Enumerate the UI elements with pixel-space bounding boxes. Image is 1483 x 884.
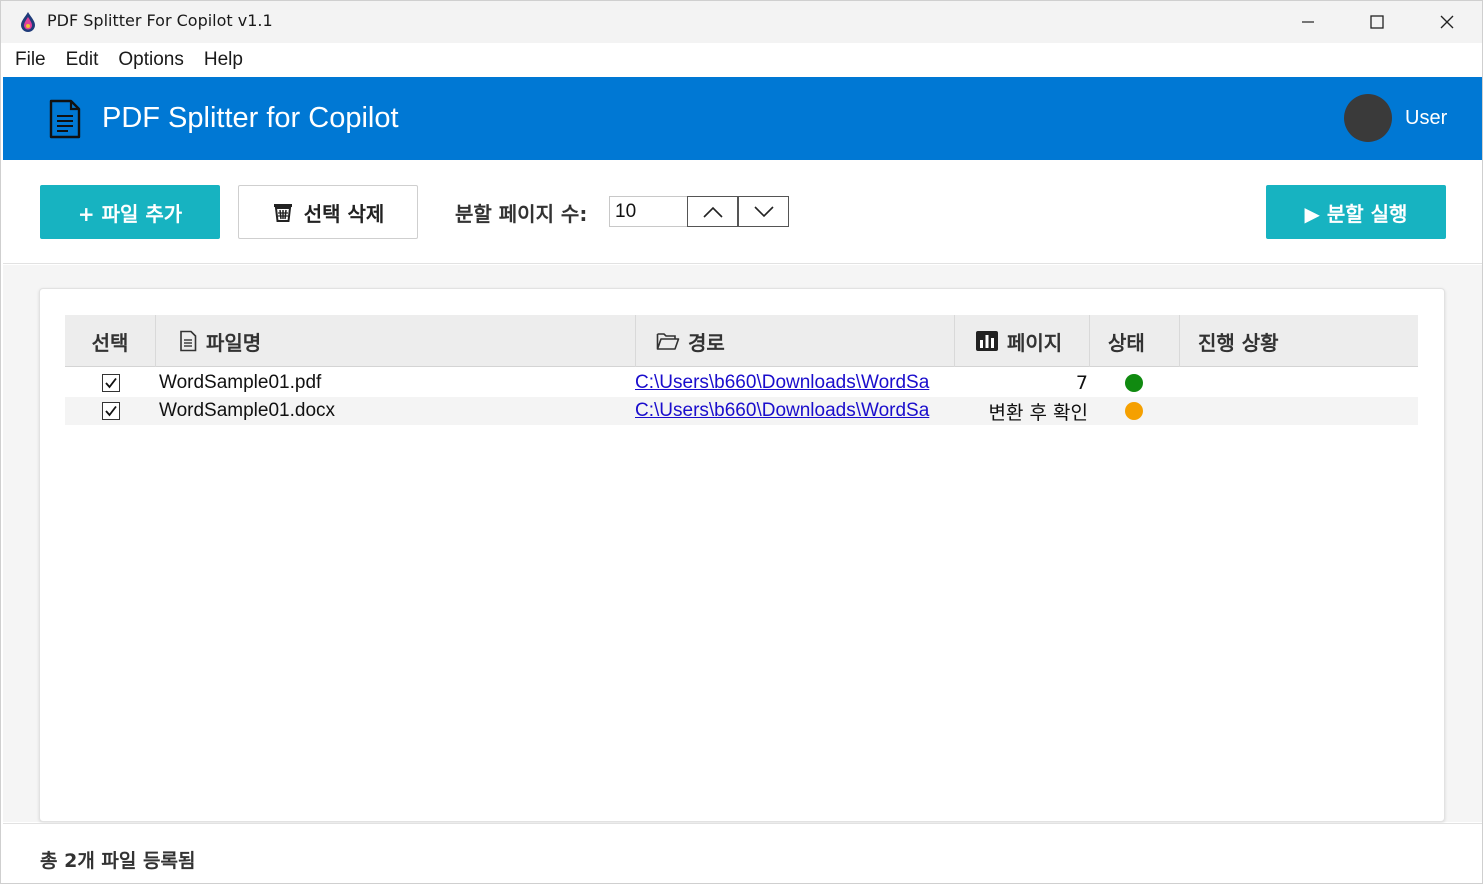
status-bar: 총 2개 파일 등록됨 [3, 823, 1482, 883]
toolbar: + 파일 추가 선택 삭제 분할 페이지 수: ▶ 분할 실행 [3, 160, 1482, 264]
row-status [1123, 369, 1145, 397]
checkmark-icon [105, 405, 117, 417]
folder-icon [656, 331, 680, 351]
menu-options[interactable]: Options [108, 49, 193, 71]
document-icon [49, 99, 81, 139]
status-dot [1125, 374, 1143, 392]
row-pages: 7 [1075, 372, 1088, 394]
app-window: PDF Splitter For Copilot v1.1 File Edit … [0, 0, 1483, 884]
menu-bar: File Edit Options Help [1, 43, 1482, 76]
chevron-down-icon [753, 205, 774, 217]
row-select-cell [101, 369, 121, 397]
header-title: PDF Splitter for Copilot [102, 102, 399, 134]
app-logo-icon [21, 12, 35, 32]
split-pages-label: 분할 페이지 수: [455, 202, 588, 226]
decrement-button[interactable] [738, 196, 789, 227]
table-row[interactable]: WordSample01.docx C:\Users\b660\Download… [65, 397, 1418, 425]
row-select-cell [101, 397, 121, 425]
header-select[interactable]: 선택 [65, 315, 156, 367]
app-header: PDF Splitter for Copilot User [3, 77, 1482, 160]
row-filename: WordSample01.pdf [159, 372, 322, 393]
close-button[interactable] [1412, 1, 1482, 43]
menu-edit[interactable]: Edit [56, 49, 109, 71]
minimize-icon [1302, 21, 1314, 23]
header-progress[interactable]: 진행 상황 [1180, 315, 1418, 367]
add-file-button[interactable]: + 파일 추가 [40, 185, 220, 239]
row-progress [1185, 369, 1415, 397]
row-path-link[interactable]: C:\Users\b660\Downloads\WordSa [635, 397, 955, 425]
checkmark-icon [105, 377, 117, 389]
user-name[interactable]: User [1405, 107, 1447, 130]
row-pages: 변환 후 확인 [988, 401, 1088, 424]
run-split-button[interactable]: ▶ 분할 실행 [1266, 185, 1446, 239]
header-path[interactable]: 경로 [636, 315, 955, 367]
row-path-link[interactable]: C:\Users\b660\Downloads\WordSa [635, 369, 955, 397]
maximize-icon [1370, 15, 1384, 29]
bar-chart-icon [975, 330, 999, 352]
header-status[interactable]: 상태 [1090, 315, 1180, 367]
status-dot [1125, 402, 1143, 420]
table-row[interactable]: WordSample01.pdf C:\Users\b660\Downloads… [65, 369, 1418, 397]
window-title: PDF Splitter For Copilot v1.1 [47, 11, 273, 30]
delete-selected-button[interactable]: 선택 삭제 [238, 185, 418, 239]
trash-icon [273, 204, 292, 222]
table-header: 선택 파일명 경로 페이지 상태 진행 상황 [65, 315, 1418, 367]
row-filename: WordSample01.docx [159, 400, 336, 421]
header-pages[interactable]: 페이지 [955, 315, 1090, 367]
user-avatar[interactable] [1344, 94, 1392, 142]
chevron-up-icon [702, 206, 723, 218]
close-icon [1440, 15, 1454, 29]
header-pages-label: 페이지 [1007, 330, 1063, 355]
header-filename[interactable]: 파일명 [156, 315, 636, 367]
file-count-summary: 총 2개 파일 등록됨 [40, 850, 196, 872]
menu-file[interactable]: File [5, 49, 56, 71]
increment-button[interactable] [687, 196, 738, 227]
delete-selected-label: 선택 삭제 [303, 201, 385, 226]
row-checkbox[interactable] [102, 374, 120, 392]
header-path-label: 경로 [688, 330, 725, 355]
menu-help[interactable]: Help [194, 49, 253, 71]
header-filename-label: 파일명 [206, 330, 262, 355]
file-icon [178, 330, 198, 352]
row-progress [1185, 397, 1415, 425]
row-status [1123, 397, 1145, 425]
minimize-button[interactable] [1273, 1, 1343, 43]
maximize-button[interactable] [1342, 1, 1412, 43]
title-bar[interactable]: PDF Splitter For Copilot v1.1 [1, 1, 1482, 43]
row-checkbox[interactable] [102, 402, 120, 420]
split-pages-input[interactable] [609, 196, 688, 227]
